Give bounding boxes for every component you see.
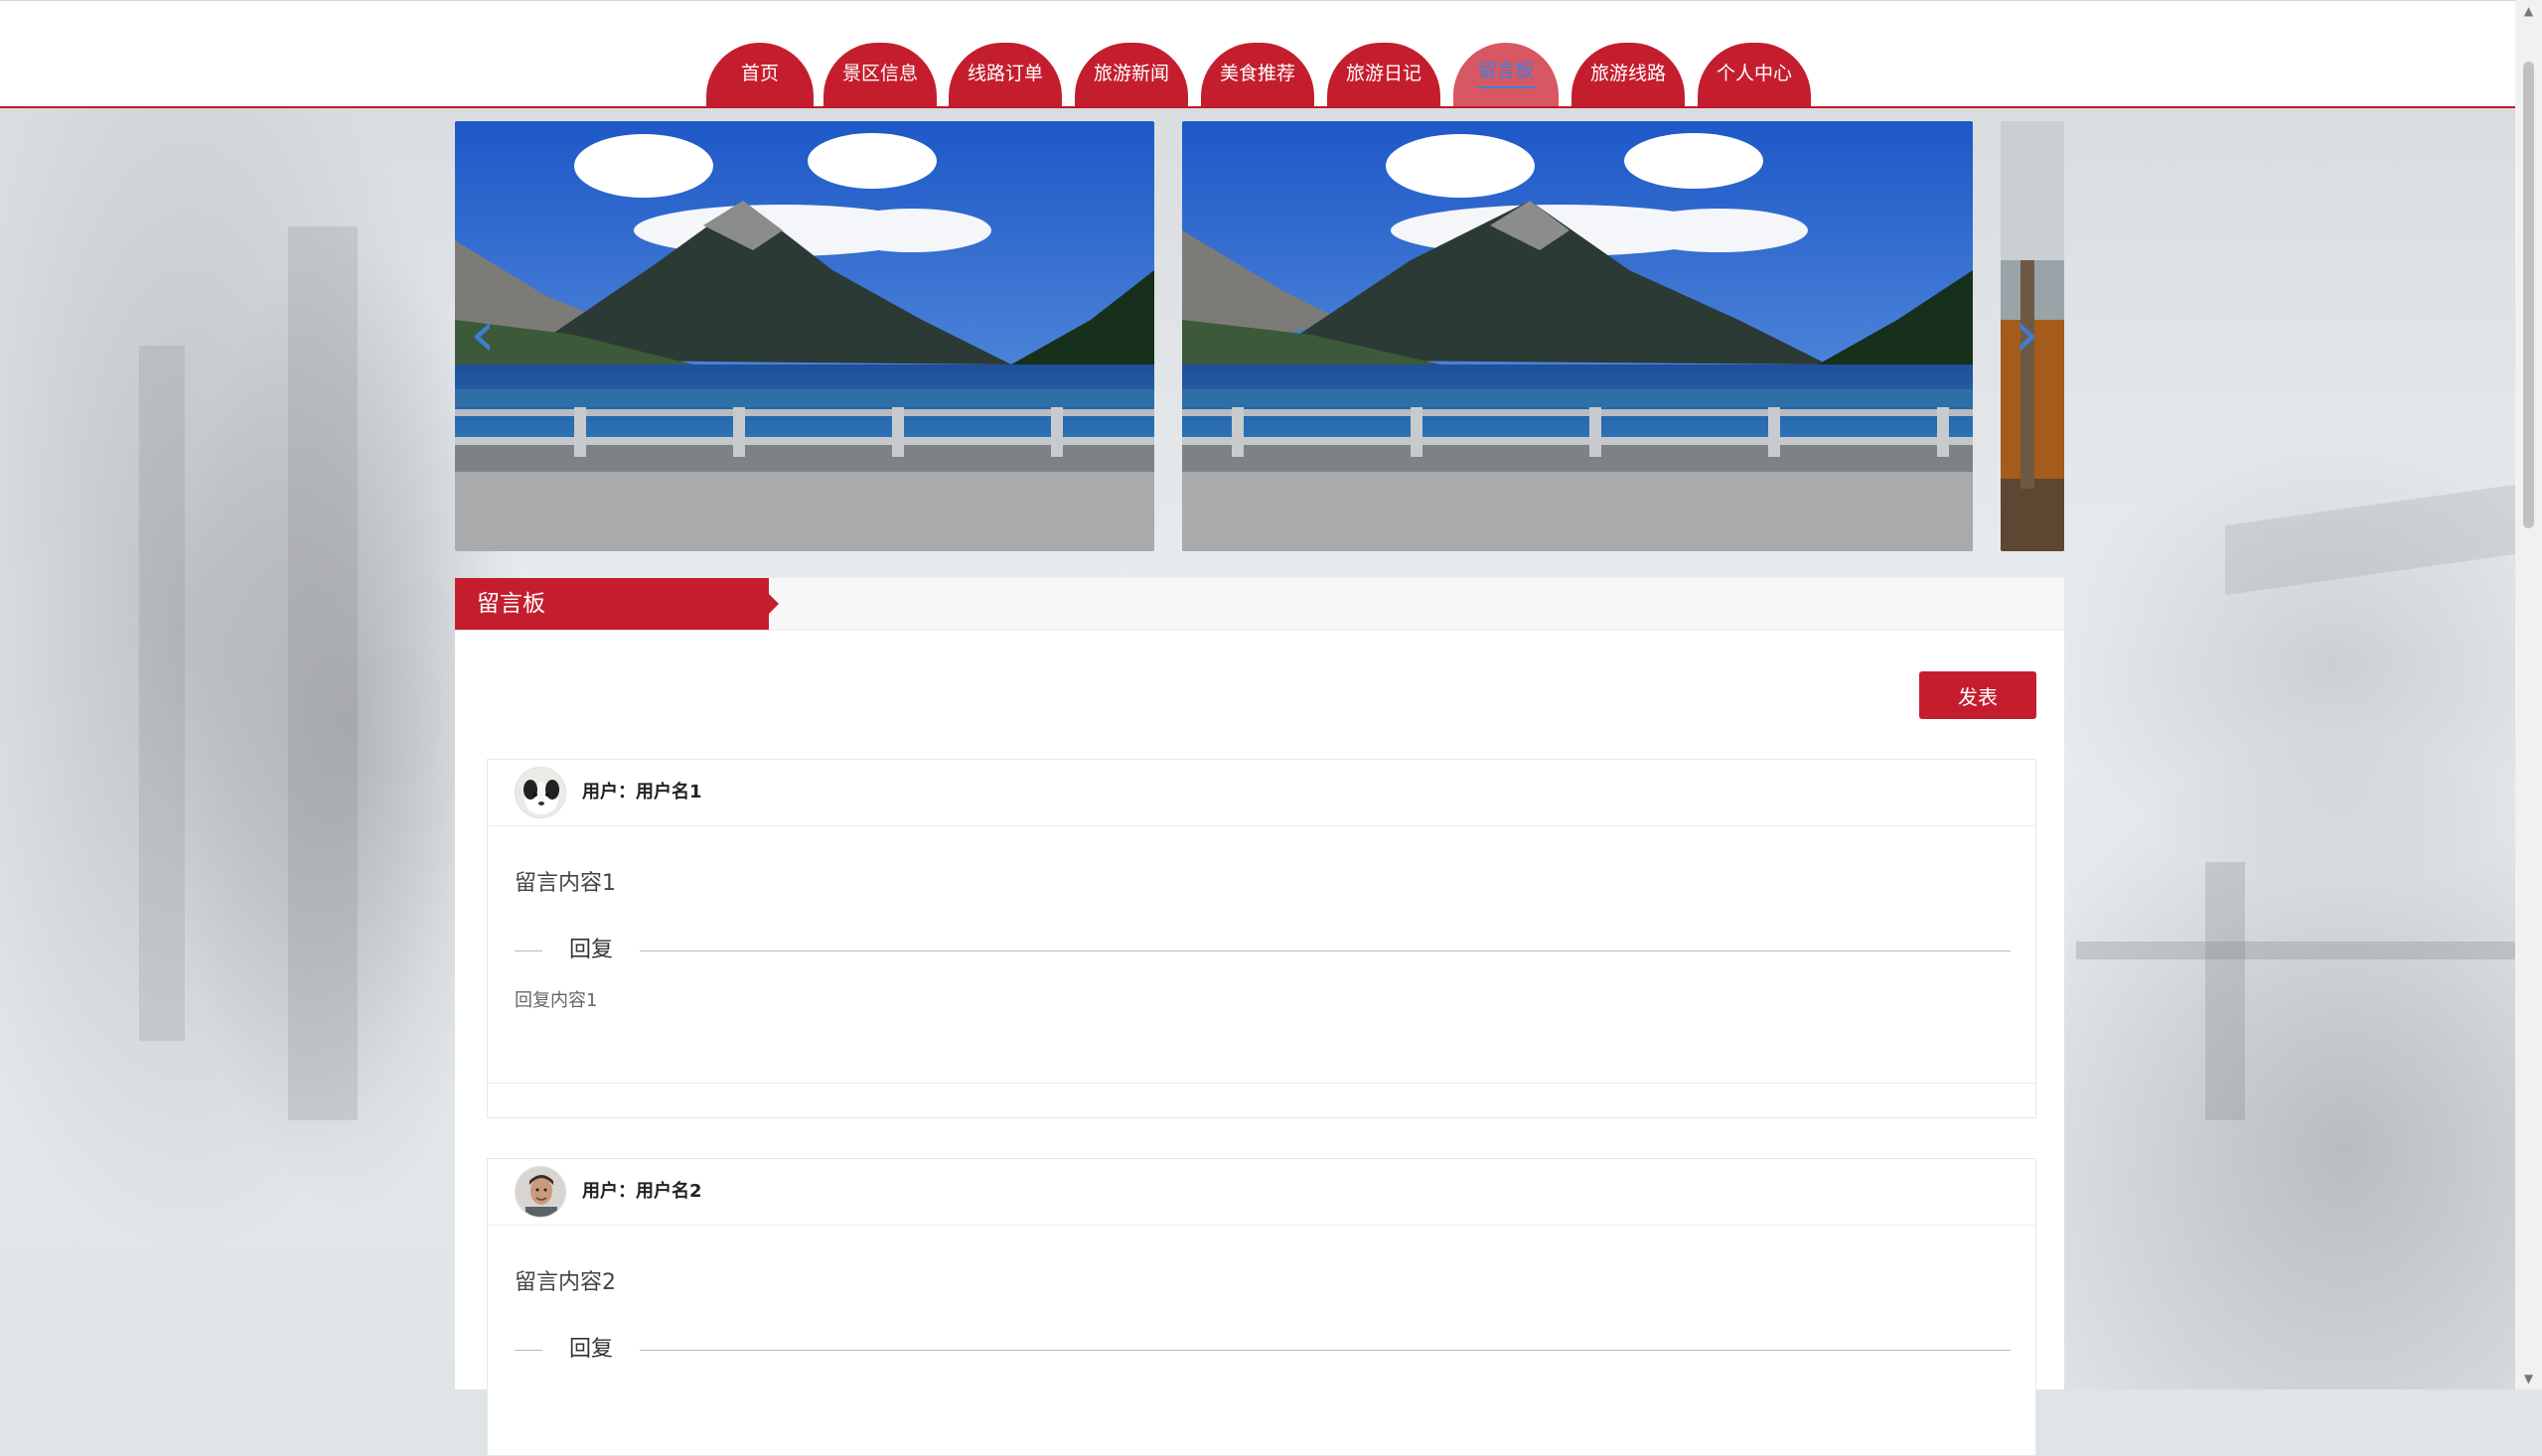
nav-item-label: 线路订单 [967,62,1043,84]
message-header: 用户：用户名2 [488,1159,2035,1226]
nav-item-route-orders[interactable]: 线路订单 [949,43,1062,106]
nav-item-home[interactable]: 首页 [706,43,814,106]
carousel-next-button[interactable]: › [2007,300,2046,369]
message-content: 留言内容1 [515,871,616,896]
nav-item-travel-routes[interactable]: 旅游线路 [1571,43,1685,106]
message-card: 用户：用户名2 留言内容2 回复 [487,1158,2036,1456]
reply-label: 回复 [569,1337,614,1362]
scroll-thumb[interactable] [2523,62,2534,528]
message-username: 用户：用户名2 [582,1181,702,1202]
post-button[interactable]: 发表 [1919,671,2036,719]
message-footer [488,1083,2035,1117]
message-board-panel: 留言板 发表 用户：用户名1 留言内容1 回复 回复内容1 用户：用户名2 留言… [455,578,2064,1456]
bg-pillar [139,346,185,1041]
chevron-left-icon: ‹ [470,298,496,371]
nav-item-label: 个人中心 [1716,62,1792,84]
message-username: 用户：用户名1 [582,782,702,802]
man-avatar [515,1166,566,1218]
reply-divider: 回复 [515,1335,2011,1365]
carousel-slide[interactable] [1182,121,1973,551]
divider-line [515,1350,542,1351]
carousel-prev-button[interactable]: ‹ [463,300,503,369]
bg-post [2205,862,2245,1120]
divider-line [515,950,542,951]
panel-title: 留言板 [455,578,779,630]
reply-content: 回复内容1 [515,990,598,1011]
carousel-slide[interactable] [455,121,1154,551]
nav-item-food[interactable]: 美食推荐 [1201,43,1314,106]
dog-avatar-image [516,768,565,817]
scroll-up-icon[interactable]: ▲ [2515,0,2542,22]
divider-line [640,1350,2011,1351]
page-scrollbar[interactable]: ▲ ▼ [2515,0,2542,1389]
chevron-right-icon: › [2014,298,2039,371]
bg-pillar [288,226,358,1120]
message-card: 用户：用户名1 留言内容1 回复 回复内容1 [487,759,2036,1118]
nav-item-label: 旅游线路 [1589,62,1666,84]
site-header: 首页 景区信息 线路订单 旅游新闻 美食推荐 旅游日记 留言板 旅游线路 个人中… [0,0,2515,108]
man-avatar-image [516,1167,565,1217]
nav-item-personal-center[interactable]: 个人中心 [1698,43,1811,106]
reply-divider: 回复 [515,936,2011,965]
nav-item-travel-diary[interactable]: 旅游日记 [1327,43,1440,106]
nav-item-label: 旅游日记 [1345,62,1421,84]
reply-label: 回复 [569,938,614,962]
scroll-down-icon[interactable]: ▼ [2515,1368,2542,1389]
lake-mountain-image [1182,121,1973,551]
message-header: 用户：用户名1 [488,760,2035,826]
nav-item-travel-news[interactable]: 旅游新闻 [1075,43,1188,106]
bg-roof [2225,483,2523,596]
banner-carousel: ‹ › [455,121,2064,551]
nav-item-label: 旅游新闻 [1093,62,1169,84]
panel-header: 留言板 [455,578,2064,631]
dog-avatar [515,767,566,818]
lake-mountain-image [455,121,1154,551]
nav-item-label: 首页 [740,62,779,84]
divider-line [640,950,2011,951]
nav-item-label: 美食推荐 [1219,62,1295,84]
nav-item-label: 留言板 [1477,56,1535,88]
nav-item-scenic-info[interactable]: 景区信息 [823,43,937,106]
nav-item-label: 景区信息 [841,62,918,84]
message-content: 留言内容2 [515,1270,616,1295]
nav-item-message-board[interactable]: 留言板 [1453,43,1559,106]
bg-railing [2076,942,2542,959]
